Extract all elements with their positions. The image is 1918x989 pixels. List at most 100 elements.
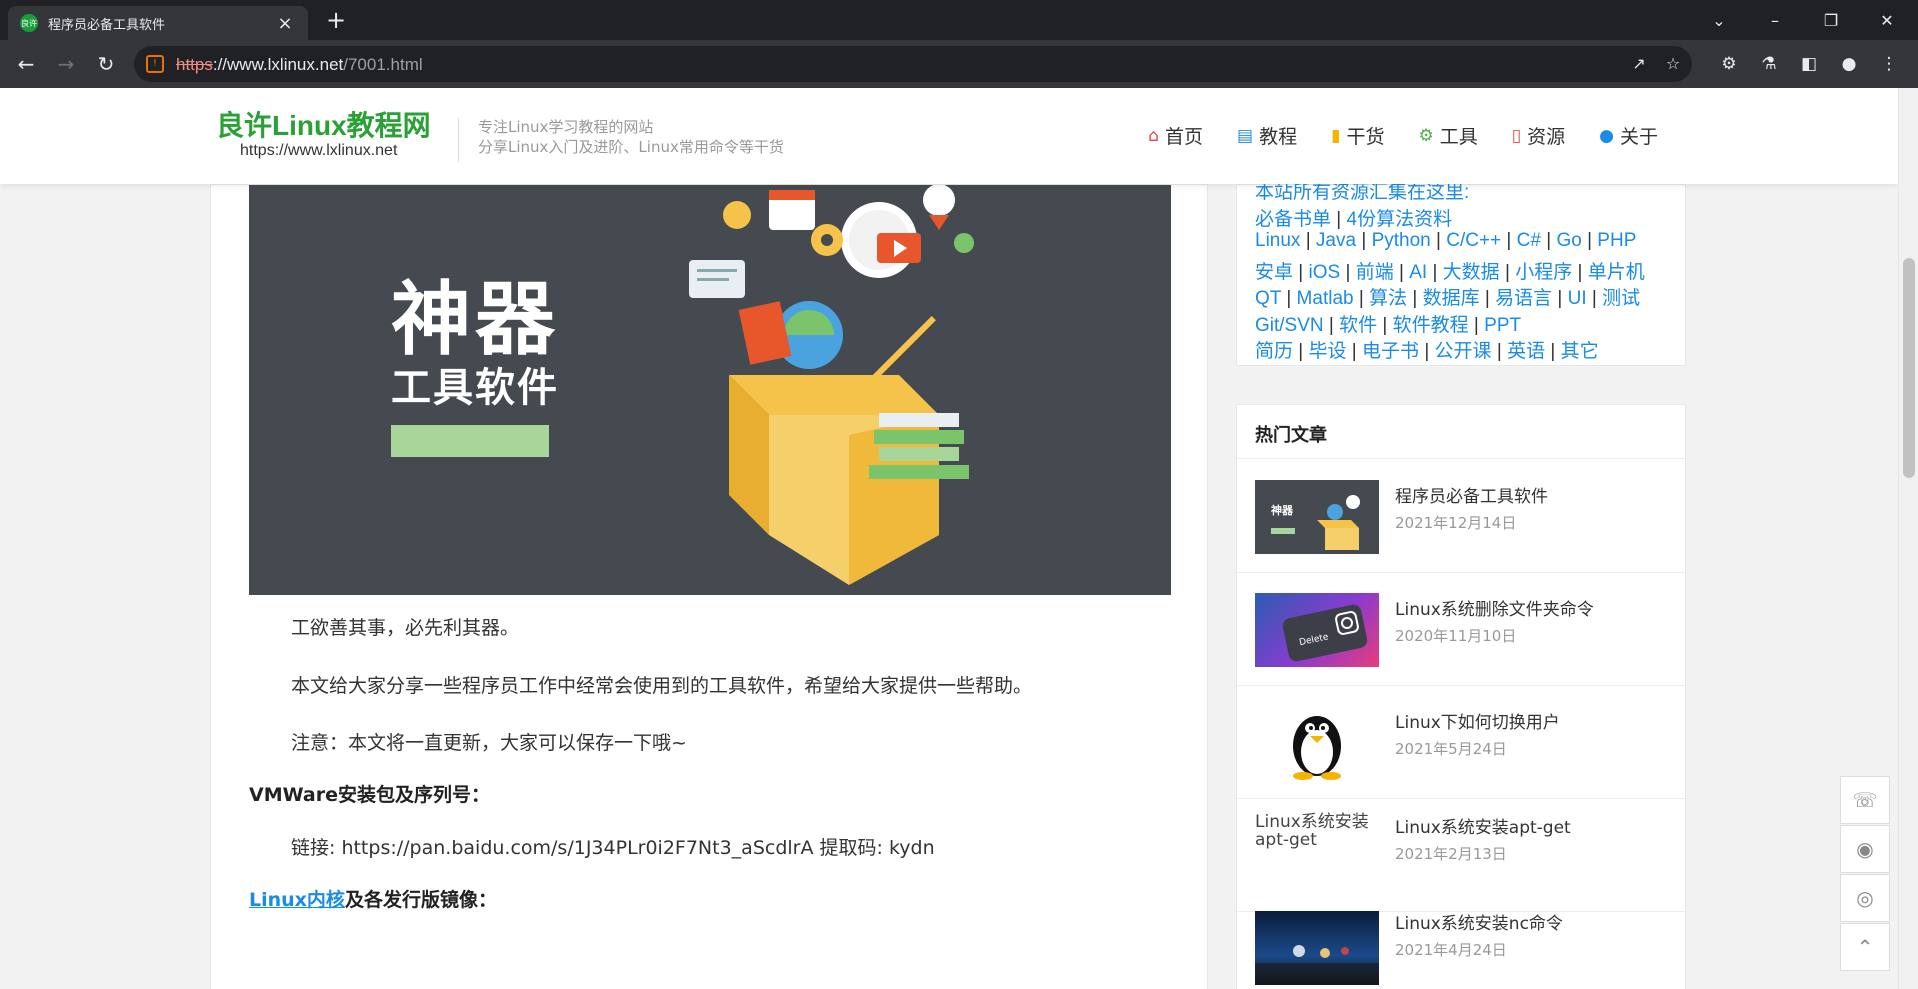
hero-image: 神器 工具软件 [249, 185, 1171, 595]
resources-separator: | [1499, 261, 1516, 283]
resource-link[interactable]: 软件教程 [1393, 315, 1469, 336]
nav-tutorials[interactable]: ▤ 教程 [1237, 122, 1297, 149]
header-divider [458, 118, 459, 162]
resource-link[interactable]: 软件 [1339, 315, 1377, 336]
side-panel-icon[interactable]: ◧ [1797, 52, 1821, 76]
hot-article-thumbnail[interactable] [1255, 911, 1379, 985]
resources-link-row: 必备书单 | 4份算法资料 [1255, 204, 1645, 231]
page-scrollbar[interactable] [1898, 88, 1918, 989]
hot-article-title[interactable]: Linux下如何切换用户 [1395, 708, 1560, 733]
bookmark-star-icon[interactable]: ☆ [1662, 53, 1684, 75]
back-arrow-icon[interactable]: ← [12, 50, 40, 78]
nav-about-label: 关于 [1619, 126, 1658, 148]
labs-flask-icon[interactable]: ⚗ [1757, 52, 1781, 76]
nav-home[interactable]: ⌂ 首页 [1148, 122, 1203, 149]
hot-article-thumbnail[interactable]: Delete [1255, 593, 1379, 667]
hot-article-item[interactable]: Delete Linux系统删除文件夹命令 2020年11月10日 [1237, 573, 1685, 686]
resource-link[interactable]: 简历 [1255, 341, 1293, 362]
resource-link[interactable]: 数据库 [1423, 288, 1480, 309]
hot-article-item[interactable]: Linux系统安装apt-get Linux系统安装apt-get 2021年2… [1237, 799, 1685, 912]
resource-link[interactable]: Matlab [1297, 288, 1354, 309]
resource-link[interactable]: 前端 [1356, 262, 1394, 283]
resource-link[interactable]: C/C++ [1446, 230, 1501, 251]
resource-link[interactable]: Java [1316, 230, 1356, 251]
hot-article-title[interactable]: Linux系统删除文件夹命令 [1395, 595, 1594, 620]
hot-article-item[interactable]: 神器 程序员必备工具软件 2021年12月14日 [1237, 460, 1685, 573]
resources-intro-link[interactable]: 本站所有资源汇集在这里: [1255, 182, 1469, 203]
scrollbar-thumb[interactable] [1903, 258, 1915, 478]
resource-link[interactable]: Python [1372, 230, 1431, 251]
resource-link[interactable]: 小程序 [1515, 262, 1572, 283]
resource-link[interactable]: iOS [1309, 262, 1341, 283]
hero-green-bar [391, 425, 549, 457]
address-bar[interactable]: ! https://www.lxlinux.net/7001.html ↗ ☆ [134, 46, 1692, 82]
back-to-top-icon[interactable]: ⌃ [1840, 923, 1890, 971]
resources-link-row: QT | Matlab | 算法 | 数据库 | 易语言 | UI | 测试 [1255, 283, 1645, 310]
resource-link[interactable]: Go [1556, 230, 1581, 251]
site-logo-url[interactable]: https://www.lxlinux.net [240, 142, 397, 160]
resource-link[interactable]: 电子书 [1362, 341, 1419, 362]
wechat-icon[interactable]: ◉ [1840, 825, 1890, 873]
resource-link[interactable]: 毕设 [1309, 341, 1347, 362]
extensions-puzzle-icon[interactable]: ⚙ [1717, 52, 1741, 76]
nav-resources[interactable]: ▯ 资源 [1512, 122, 1565, 149]
forward-arrow-icon[interactable]: → [52, 50, 80, 78]
nav-articles[interactable]: ▮ 干货 [1331, 122, 1384, 149]
tab-close-icon[interactable]: × [274, 13, 296, 34]
resource-link[interactable]: 单片机 [1588, 262, 1645, 283]
hot-article-title[interactable]: Linux系统安装nc命令 [1395, 909, 1563, 934]
hot-article-broken-image[interactable]: Linux系统安装apt-get [1255, 813, 1379, 853]
hot-article-date: 2021年12月14日 [1395, 514, 1517, 532]
nav-tools[interactable]: ⚙ 工具 [1419, 122, 1478, 149]
resources-separator: | [1581, 230, 1598, 251]
hot-article-item[interactable]: Linux系统安装nc命令 2021年4月24日 [1237, 899, 1685, 989]
linux-kernel-link[interactable]: Linux内核 [249, 889, 345, 911]
resource-link[interactable]: 4份算法资料 [1347, 209, 1453, 230]
site-logo-title[interactable]: 良许Linux教程网 [216, 104, 431, 144]
resources-separator: | [1377, 314, 1393, 336]
resource-link[interactable]: PHP [1597, 230, 1636, 251]
nav-articles-label: 干货 [1346, 126, 1385, 148]
restore-icon[interactable]: ❐ [1806, 0, 1856, 40]
weibo-icon[interactable]: ◎ [1840, 874, 1890, 922]
hot-article-title[interactable]: Linux系统安装apt-get [1395, 813, 1571, 838]
window-close-icon[interactable]: ✕ [1862, 0, 1912, 40]
hot-articles-widget: 热门文章 神器 程序员必备工具软件 2021年12月14日 Delete Lin… [1236, 404, 1686, 989]
resource-link[interactable]: PPT [1484, 315, 1521, 336]
resource-link[interactable]: 公开课 [1435, 341, 1492, 362]
new-tab-button[interactable]: + [322, 6, 350, 34]
reload-icon[interactable]: ↻ [92, 50, 120, 78]
article-paragraph-3: 注意：本文将一直更新，大家可以保存一下哦~ [291, 732, 687, 754]
hot-article-thumbnail[interactable] [1255, 706, 1379, 780]
resource-link[interactable]: 其它 [1561, 341, 1599, 362]
resource-link[interactable]: C# [1517, 230, 1541, 251]
resource-link[interactable]: 测试 [1602, 288, 1640, 309]
resource-link[interactable]: 大数据 [1443, 262, 1500, 283]
phone-icon[interactable]: ☏ [1840, 776, 1890, 824]
profile-avatar-icon[interactable]: ● [1837, 52, 1861, 76]
page-viewport: 良许Linux教程网 https://www.lxlinux.net 专注Lin… [0, 88, 1898, 989]
resource-link[interactable]: 英语 [1507, 341, 1545, 362]
nav-about[interactable]: ● 关于 [1599, 122, 1658, 149]
kebab-menu-icon[interactable]: ⋮ [1877, 52, 1901, 76]
resource-link[interactable]: Linux [1255, 230, 1300, 251]
article-download-link[interactable]: 链接: https://pan.baidu.com/s/1J34PLr0i2F7… [291, 833, 935, 860]
browser-tab[interactable]: 良许 程序员必备工具软件 × [8, 6, 308, 40]
tab-search-chevron-icon[interactable]: ⌄ [1694, 0, 1744, 40]
resource-link[interactable]: 安卓 [1255, 262, 1293, 283]
resource-link[interactable]: 易语言 [1495, 288, 1552, 309]
share-icon[interactable]: ↗ [1628, 53, 1650, 75]
resource-link[interactable]: 必备书单 [1255, 209, 1331, 230]
url-text[interactable]: https://www.lxlinux.net/7001.html [176, 55, 423, 75]
hot-article-thumbnail[interactable]: 神器 [1255, 480, 1379, 554]
resource-link[interactable]: UI [1568, 288, 1587, 309]
not-secure-icon[interactable]: ! [146, 55, 164, 73]
hot-article-title[interactable]: 程序员必备工具软件 [1395, 482, 1548, 507]
browser-toolbar: ← → ↻ ! https://www.lxlinux.net/7001.htm… [0, 40, 1918, 88]
resource-link[interactable]: Git/SVN [1255, 315, 1324, 336]
resource-link[interactable]: QT [1255, 288, 1281, 309]
hot-article-item[interactable]: Linux下如何切换用户 2021年5月24日 [1237, 686, 1685, 799]
resource-link[interactable]: 算法 [1369, 288, 1407, 309]
resource-link[interactable]: AI [1409, 262, 1427, 283]
minimize-icon[interactable]: – [1750, 0, 1800, 40]
